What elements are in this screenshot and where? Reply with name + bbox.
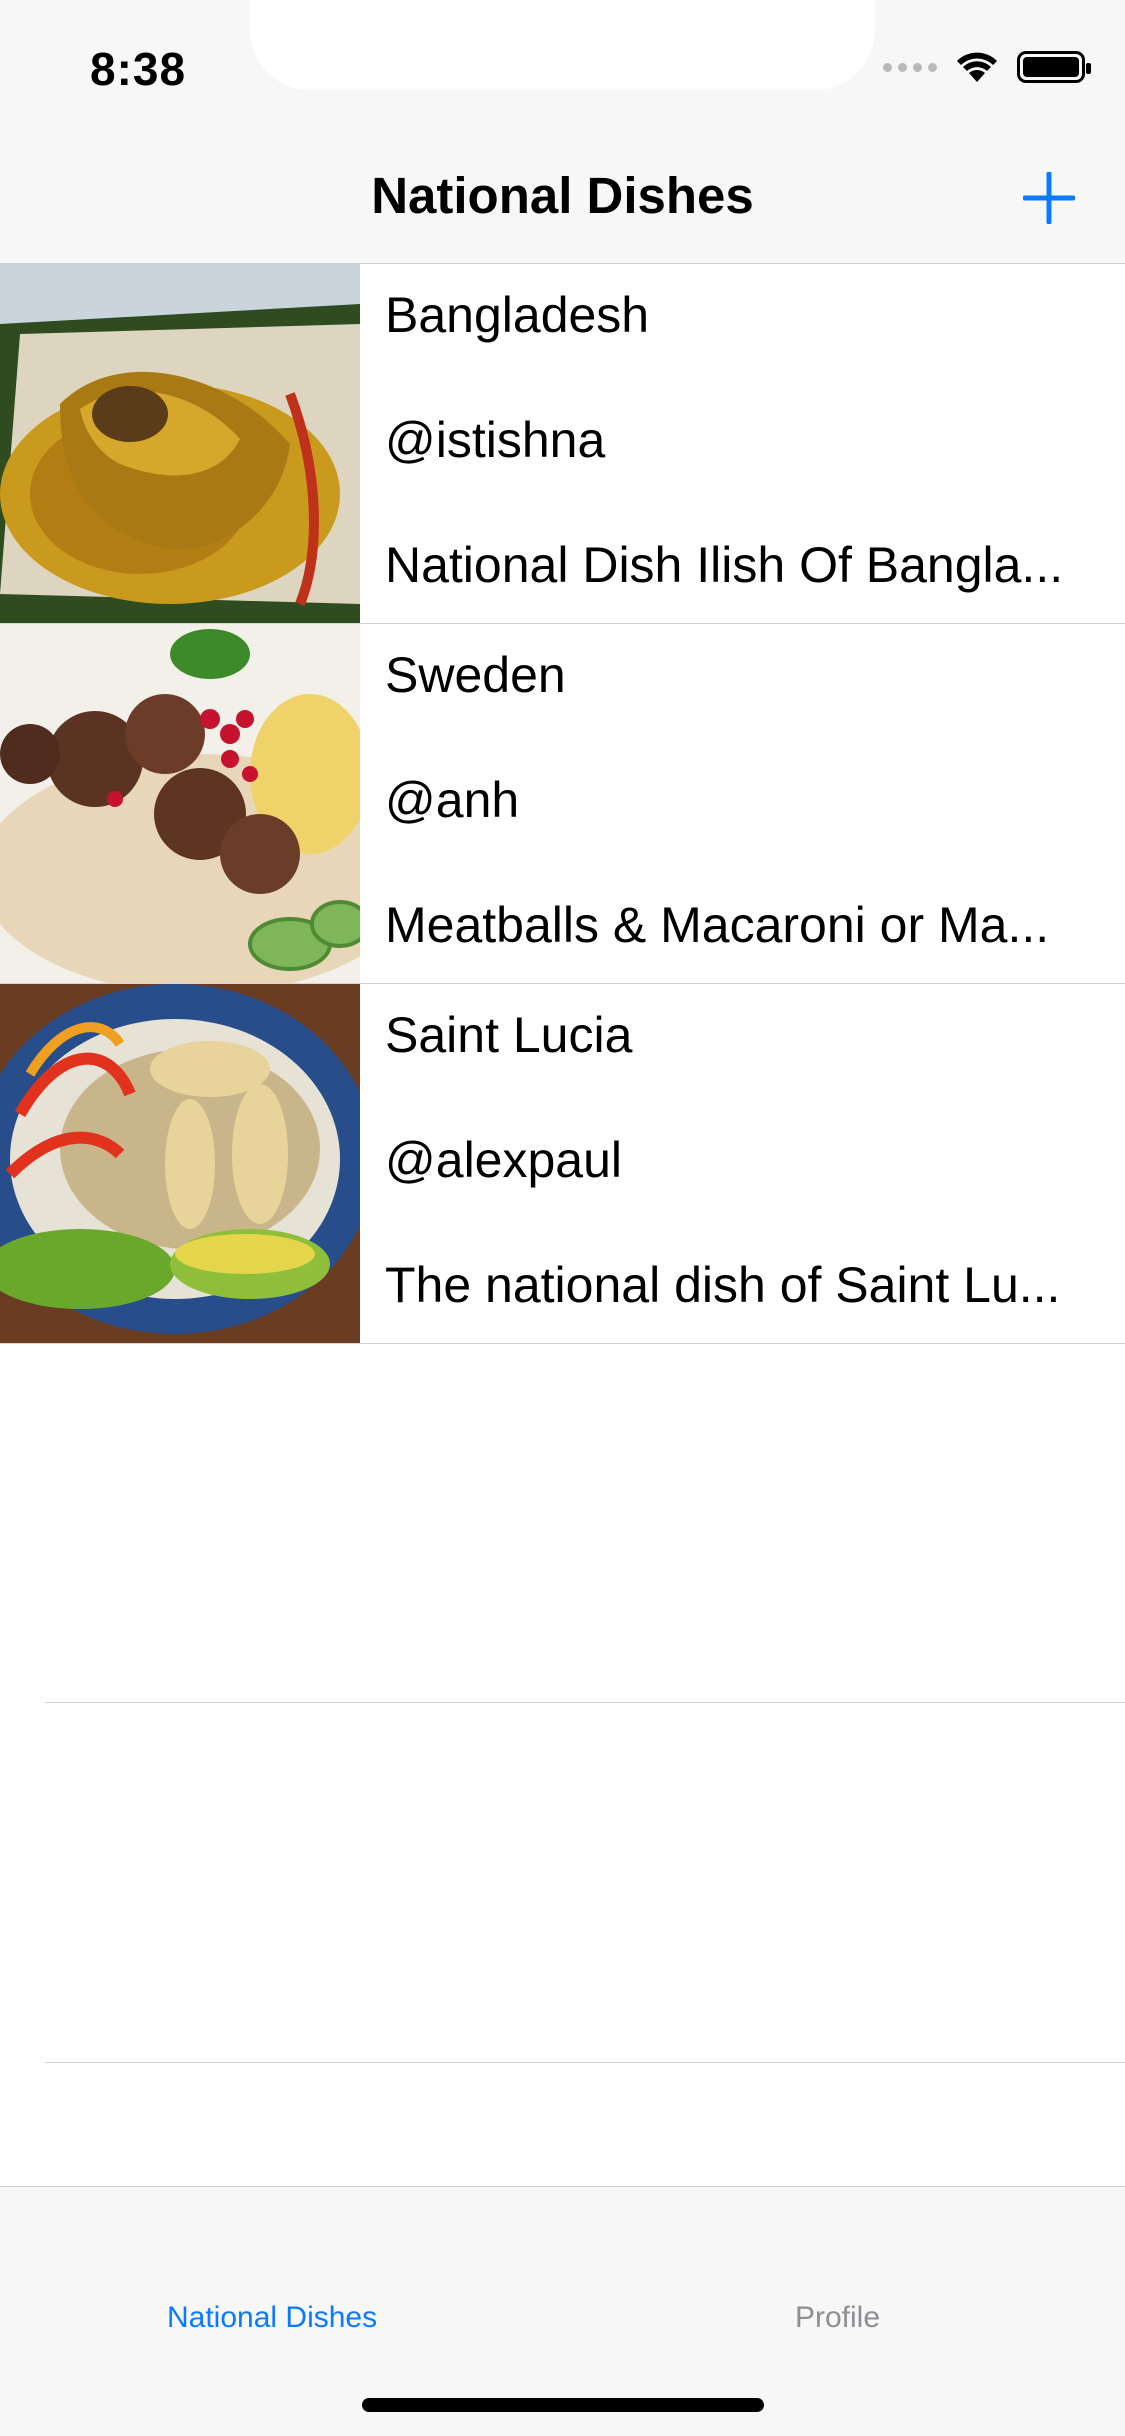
dish-image: [0, 624, 360, 983]
status-bar: 8:38: [0, 0, 1125, 132]
table-row[interactable]: Sweden @anh Meatballs & Macaroni or Ma..…: [0, 624, 1125, 984]
home-indicator[interactable]: [362, 2398, 764, 2412]
notch: [250, 0, 875, 90]
empty-row-separator: [45, 1702, 1125, 1703]
table-row[interactable]: Saint Lucia @alexpaul The national dish …: [0, 984, 1125, 1344]
dish-description: National Dish Ilish Of Bangla...: [385, 537, 1064, 593]
dish-user: @istishna: [385, 412, 606, 468]
wifi-icon: [957, 52, 997, 82]
status-icons: [883, 50, 1091, 84]
empty-row-separator: [45, 2062, 1125, 2063]
dish-description: Meatballs & Macaroni or Ma...: [385, 897, 1050, 953]
tab-profile[interactable]: Profile: [795, 2301, 880, 2335]
dish-country: Sweden: [385, 647, 566, 703]
dish-description: The national dish of Saint Lu...: [385, 1257, 1061, 1313]
dish-image: [0, 264, 360, 623]
screen: 8:38 National Dishes Bangladesh @istishn…: [0, 0, 1125, 2436]
add-button[interactable]: [1021, 170, 1077, 226]
table-row[interactable]: Bangladesh @istishna National Dish Ilish…: [0, 264, 1125, 624]
plus-icon: [1023, 172, 1075, 224]
dish-country: Bangladesh: [385, 287, 650, 343]
dish-image: [0, 984, 360, 1343]
status-time: 8:38: [90, 43, 187, 95]
tab-bar: National Dishes Profile: [0, 2186, 1125, 2436]
dishes-table: Bangladesh @istishna National Dish Ilish…: [0, 264, 1125, 1344]
page-title: National Dishes: [371, 167, 754, 224]
dish-country: Saint Lucia: [385, 1007, 633, 1063]
battery-icon: [1017, 51, 1091, 83]
tab-national-dishes[interactable]: National Dishes: [167, 2301, 377, 2335]
dish-user: @alexpaul: [385, 1132, 623, 1188]
cellular-signal-icon: [883, 62, 937, 72]
dish-user: @anh: [385, 772, 520, 828]
navigation-bar: National Dishes: [0, 132, 1125, 264]
